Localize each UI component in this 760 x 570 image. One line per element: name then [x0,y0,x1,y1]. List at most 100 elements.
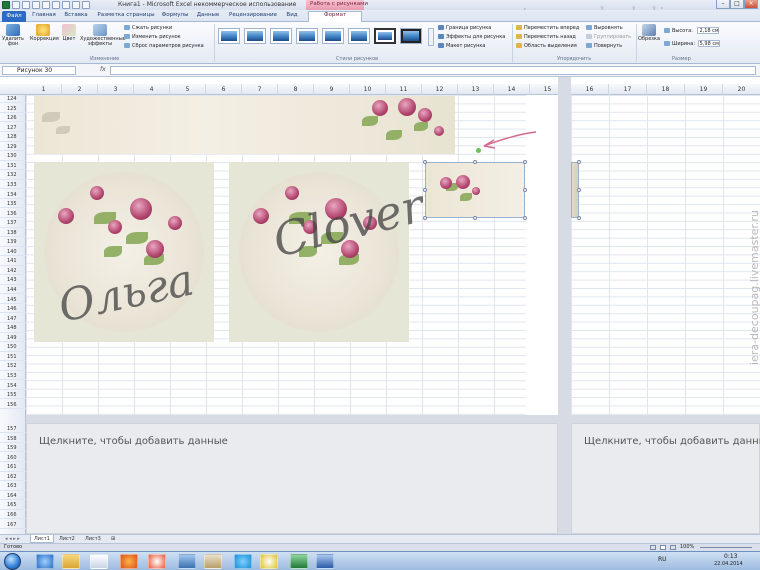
sheet-tab-1[interactable]: Лист1 [30,535,54,543]
tab-file[interactable]: Файл [2,11,26,22]
remove-background-button[interactable]: Удалить фон [2,24,24,47]
taskbar-image-app-icon[interactable] [204,554,222,569]
row-header-cell[interactable]: 145 [0,296,26,304]
new-sheet-icon[interactable]: ⊞ [108,535,118,543]
row-header-cell[interactable]: 159 [0,444,26,453]
row-header-cell[interactable]: 130 [0,152,26,161]
row-header-cell[interactable]: 135 [0,200,26,209]
picture-style-5[interactable] [322,28,344,44]
column-header-cell[interactable]: 8 [278,84,314,95]
row-header-cell[interactable]: 132 [0,171,26,180]
row-header-cell[interactable]: 158 [0,435,26,443]
redo-icon[interactable] [32,1,40,9]
row-header-cell[interactable]: 127 [0,124,26,133]
resize-handle[interactable] [577,188,581,192]
qat-open-icon[interactable] [62,1,70,9]
crop-button[interactable]: Обрезка [638,24,660,42]
picture-style-2[interactable] [244,28,266,44]
taskbar-photoshop-icon[interactable] [178,554,196,569]
row-header-cell[interactable]: 146 [0,305,26,314]
formula-input[interactable] [110,66,756,75]
selection-pane-button[interactable]: Область выделения [516,43,577,50]
qat-customize-icon[interactable] [82,1,90,9]
picture-style-4[interactable] [296,28,318,44]
column-header-cell[interactable]: 2 [62,84,98,95]
tab-review[interactable]: Рецензирование [226,12,280,22]
zoom-slider[interactable] [700,547,752,548]
column-header-cell[interactable]: 10 [350,84,386,95]
column-header-cell[interactable]: 9 [314,84,350,95]
row-header-cell[interactable]: 126 [0,114,26,123]
row-header-cell[interactable]: 160 [0,454,26,463]
picture-clover-right[interactable] [229,162,409,342]
row-header-cell[interactable]: 148 [0,324,26,333]
column-header-cell[interactable]: 13 [458,84,494,95]
tab-format[interactable]: Формат [308,11,362,22]
column-header-cell[interactable]: 14 [494,84,530,95]
column-header-cell[interactable]: 18 [647,84,685,95]
row-header-cell[interactable]: 163 [0,482,26,491]
column-header-cell[interactable]: 12 [422,84,458,95]
taskbar-ie-icon[interactable] [36,554,54,569]
row-header-cell[interactable]: 141 [0,257,26,266]
row-header-cell[interactable]: 147 [0,315,26,324]
qat-more-icon[interactable] [42,1,50,9]
qat-print-icon[interactable] [72,1,80,9]
sheet-tab-3[interactable]: Лист3 [82,535,104,543]
tab-home[interactable]: Главная [30,12,58,22]
view-normal-icon[interactable] [650,545,656,550]
row-header-cell[interactable]: 144 [0,286,26,295]
align-button[interactable]: Выровнять [586,25,623,32]
row-header-cell[interactable]: 155 [0,391,26,400]
resize-handle[interactable] [473,160,477,164]
tab-page-layout[interactable]: Разметка страницы [96,12,156,22]
resize-handle[interactable] [423,188,427,192]
picture-selected-small[interactable] [425,162,525,218]
name-box[interactable]: Рисунок 30 [2,66,76,75]
row-header-cell[interactable]: 161 [0,463,26,472]
language-indicator[interactable]: RU [658,556,667,563]
column-header-cell[interactable]: 20 [723,84,760,95]
column-header-cell[interactable]: 1 [26,84,62,95]
picture-layout-button[interactable]: Макет рисунка [438,43,485,50]
picture-border-button[interactable]: Граница рисунка [438,25,491,32]
start-button[interactable] [4,553,21,570]
row-header-cell[interactable]: 137 [0,219,26,228]
column-header-cell[interactable]: 11 [386,84,422,95]
group-button[interactable]: Группировать [586,34,631,41]
close-button[interactable]: × [744,0,758,9]
row-header-cell[interactable]: 143 [0,276,26,285]
taskbar-skype-icon[interactable] [234,554,252,569]
resize-handle[interactable] [523,216,527,220]
row-header-cell[interactable]: 124 [0,95,26,104]
row-header-cell[interactable]: 151 [0,353,26,362]
column-header-cell[interactable]: 17 [609,84,647,95]
zoom-level[interactable]: 100% [680,544,694,550]
row-header-cell[interactable]: 150 [0,343,26,352]
row-header-cell[interactable]: 142 [0,267,26,276]
row-header-cell[interactable]: 167 [0,521,26,529]
picture-style-8[interactable] [400,28,422,44]
height-field[interactable]: Высота: 2,18 см [664,27,720,34]
column-header-cell[interactable]: 7 [242,84,278,95]
color-button[interactable]: Цвет [58,24,80,42]
qat-new-icon[interactable] [52,1,60,9]
row-header-cell[interactable]: 162 [0,473,26,482]
row-header-cell[interactable]: 154 [0,382,26,390]
row-header-cell[interactable]: 136 [0,210,26,218]
row-header-cell[interactable]: 165 [0,501,26,510]
taskbar-yandex2-icon[interactable] [260,554,278,569]
column-header-cell[interactable]: 6 [206,84,242,95]
row-header-cell[interactable]: 128 [0,133,26,142]
row-header-cell[interactable]: 125 [0,105,26,113]
cell-grid-page2[interactable] [571,95,760,415]
fx-icon[interactable]: fx [100,66,106,73]
row-header-cell[interactable]: 156 [0,401,26,409]
column-header-cell[interactable]: 5 [170,84,206,95]
resize-handle[interactable] [577,216,581,220]
send-backward-button[interactable]: Переместить назад [516,34,576,41]
picture-effects-button[interactable]: Эффекты для рисунка [438,34,505,41]
corrections-button[interactable]: Коррекция [30,24,59,42]
view-pagebreak-icon[interactable] [670,545,676,550]
picture-style-6[interactable] [348,28,370,44]
